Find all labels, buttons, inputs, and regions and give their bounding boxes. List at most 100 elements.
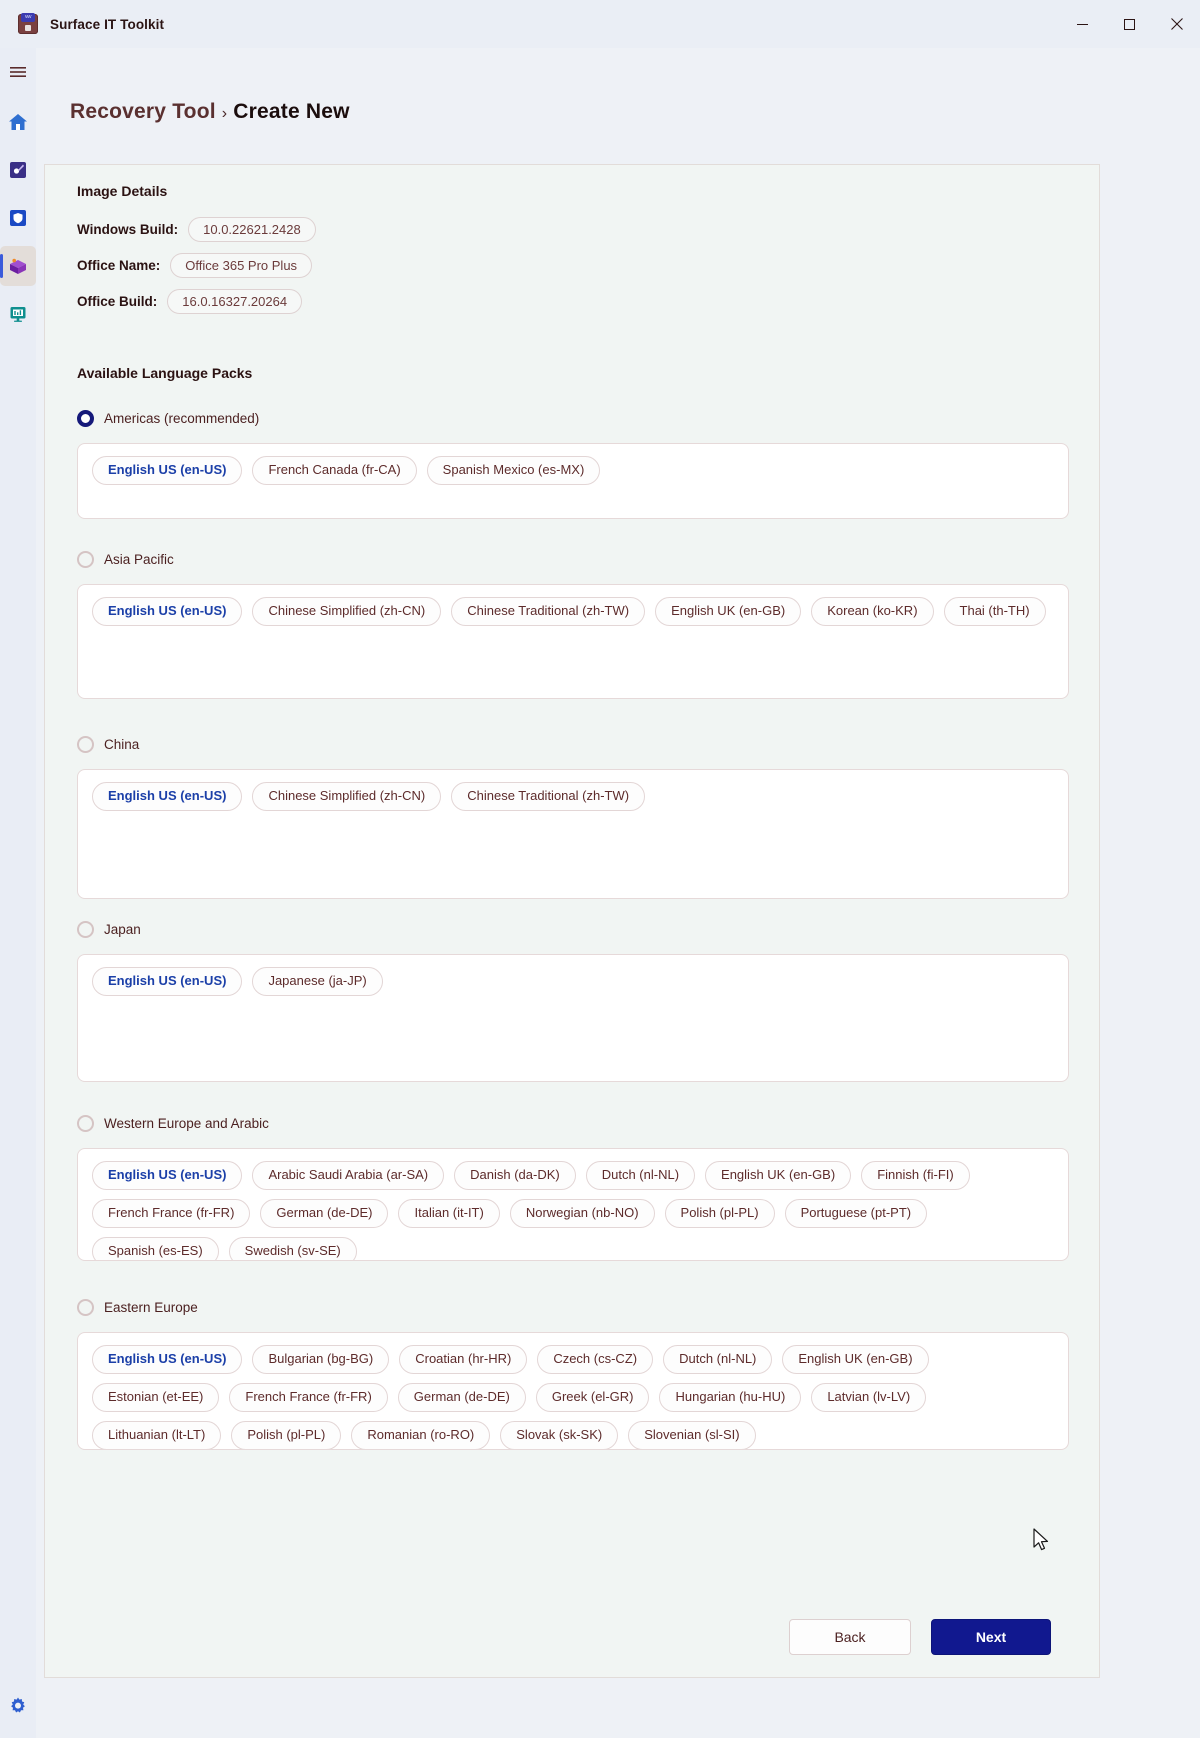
mouse-cursor xyxy=(1033,1528,1051,1554)
language-chip-german-de-de[interactable]: German (de-DE) xyxy=(260,1199,388,1228)
language-chip-english-us-en-us[interactable]: English US (en-US) xyxy=(92,597,242,626)
language-group-header[interactable]: Japan xyxy=(77,918,1069,940)
language-chip-greek-el-gr[interactable]: Greek (el-GR) xyxy=(536,1383,650,1412)
next-button[interactable]: Next xyxy=(931,1619,1051,1655)
language-chip-hungarian-hu-hu[interactable]: Hungarian (hu-HU) xyxy=(659,1383,801,1412)
language-chip-finnish-fi-fi[interactable]: Finnish (fi-FI) xyxy=(861,1161,970,1190)
language-chip-danish-da-dk[interactable]: Danish (da-DK) xyxy=(454,1161,576,1190)
language-chip-english-us-en-us[interactable]: English US (en-US) xyxy=(92,1345,242,1374)
language-group-label: Americas (recommended) xyxy=(104,411,259,426)
language-chip-japanese-ja-jp[interactable]: Japanese (ja-JP) xyxy=(252,967,382,996)
radio-eastern-europe[interactable] xyxy=(77,1299,94,1316)
hamburger-menu-icon xyxy=(8,62,28,82)
office-name-label: Office Name: xyxy=(77,258,160,273)
sidebar-item-data-eraser[interactable] xyxy=(0,150,36,190)
language-chip-list: English US (en-US) Bulgarian (bg-BG) Croat… xyxy=(92,1345,1054,1450)
language-chip-container: English US (en-US) Bulgarian (bg-BG) Croat… xyxy=(77,1332,1069,1450)
language-chip-chinese-traditional-zh-tw[interactable]: Chinese Traditional (zh-TW) xyxy=(451,597,645,626)
language-group-header[interactable]: Asia Pacific xyxy=(77,548,1069,570)
back-button[interactable]: Back xyxy=(789,1619,911,1655)
language-chip-german-de-de[interactable]: German (de-DE) xyxy=(398,1383,526,1412)
language-chip-czech-cs-cz[interactable]: Czech (cs-CZ) xyxy=(537,1345,653,1374)
language-chip-norwegian-nb-no[interactable]: Norwegian (nb-NO) xyxy=(510,1199,655,1228)
language-chip-french-canada-fr-ca[interactable]: French Canada (fr-CA) xyxy=(252,456,416,485)
language-chip-estonian-et-ee[interactable]: Estonian (et-EE) xyxy=(92,1383,219,1412)
radio-asia-pacific[interactable] xyxy=(77,551,94,568)
radio-americas-recommended[interactable] xyxy=(77,410,94,427)
language-chip-english-us-en-us[interactable]: English US (en-US) xyxy=(92,456,242,485)
language-group-header[interactable]: Americas (recommended) xyxy=(77,407,1069,429)
breadcrumb-recovery-tool[interactable]: Recovery Tool xyxy=(70,100,216,123)
language-chip-chinese-traditional-zh-tw[interactable]: Chinese Traditional (zh-TW) xyxy=(451,782,645,811)
language-chip-chinese-simplified-zh-cn[interactable]: Chinese Simplified (zh-CN) xyxy=(252,782,441,811)
settings-button[interactable] xyxy=(0,1686,36,1726)
breadcrumb-separator-icon: › xyxy=(222,105,228,122)
radio-japan[interactable] xyxy=(77,921,94,938)
language-chip-list: English US (en-US) French Canada (fr-CA) S… xyxy=(92,456,1054,485)
language-chip-bulgarian-bg-bg[interactable]: Bulgarian (bg-BG) xyxy=(252,1345,389,1374)
language-chip-french-france-fr-fr[interactable]: French France (fr-FR) xyxy=(229,1383,387,1412)
language-chip-container: English US (en-US) Chinese Simplified (zh… xyxy=(77,584,1069,699)
navigation-rail xyxy=(0,48,36,1738)
breadcrumb: Recovery Tool › Create New xyxy=(70,100,350,124)
language-group-japan: Japan English US (en-US) Japanese (ja-JP) xyxy=(77,918,1069,1082)
language-chip-chinese-simplified-zh-cn[interactable]: Chinese Simplified (zh-CN) xyxy=(252,597,441,626)
language-chip-arabic-saudi-arabia-ar-sa[interactable]: Arabic Saudi Arabia (ar-SA) xyxy=(252,1161,444,1190)
detail-row-office-build: Office Build: 16.0.16327.20264 xyxy=(77,289,302,314)
hamburger-menu-button[interactable] xyxy=(0,52,36,92)
language-chip-french-france-fr-fr[interactable]: French France (fr-FR) xyxy=(92,1199,250,1228)
sidebar-item-recovery-tool[interactable] xyxy=(0,246,36,286)
language-chip-slovak-sk-sk[interactable]: Slovak (sk-SK) xyxy=(500,1421,618,1450)
breadcrumb-create-new: Create New xyxy=(233,100,349,123)
language-chip-list: English US (en-US) Arabic Saudi Arabia (a… xyxy=(92,1161,1054,1261)
sidebar-item-home[interactable] xyxy=(0,102,36,142)
language-chip-dutch-nl-nl[interactable]: Dutch (nl-NL) xyxy=(586,1161,695,1190)
language-group-label: Asia Pacific xyxy=(104,552,174,567)
title-bar: vvv Surface IT Toolkit xyxy=(0,0,1200,48)
image-details-title: Image Details xyxy=(77,183,167,199)
app-icon-lid: vvv xyxy=(21,13,35,22)
language-group-label: Eastern Europe xyxy=(104,1300,198,1315)
radio-western-europe-and-arabic[interactable] xyxy=(77,1115,94,1132)
language-chip-latvian-lv-lv[interactable]: Latvian (lv-LV) xyxy=(811,1383,926,1412)
close-icon[interactable] xyxy=(1153,0,1200,48)
radio-china[interactable] xyxy=(77,736,94,753)
language-chip-container: English US (en-US) French Canada (fr-CA) S… xyxy=(77,443,1069,519)
window-title: Surface IT Toolkit xyxy=(50,17,164,32)
sidebar-item-diagnostic-toolkit[interactable] xyxy=(0,294,36,334)
language-chip-swedish-sv-se[interactable]: Swedish (sv-SE) xyxy=(229,1237,357,1261)
language-chip-spanish-es-es[interactable]: Spanish (es-ES) xyxy=(92,1237,219,1261)
language-chip-english-us-en-us[interactable]: English US (en-US) xyxy=(92,967,242,996)
language-chip-spanish-mexico-es-mx[interactable]: Spanish Mexico (es-MX) xyxy=(427,456,601,485)
office-build-value: 16.0.16327.20264 xyxy=(167,289,302,314)
maximize-icon[interactable] xyxy=(1106,0,1153,48)
language-chip-italian-it-it[interactable]: Italian (it-IT) xyxy=(398,1199,499,1228)
recovery-package-icon xyxy=(8,256,28,276)
language-chip-slovenian-sl-si[interactable]: Slovenian (sl-SI) xyxy=(628,1421,755,1450)
home-icon xyxy=(8,112,28,132)
language-chip-dutch-nl-nl[interactable]: Dutch (nl-NL) xyxy=(663,1345,772,1374)
language-chip-english-uk-en-gb[interactable]: English UK (en-GB) xyxy=(782,1345,928,1374)
language-chip-romanian-ro-ro[interactable]: Romanian (ro-RO) xyxy=(351,1421,490,1450)
language-chip-thai-th-th[interactable]: Thai (th-TH) xyxy=(944,597,1046,626)
language-chip-lithuanian-lt-lt[interactable]: Lithuanian (lt-LT) xyxy=(92,1421,221,1450)
language-chip-portuguese-pt-pt[interactable]: Portuguese (pt-PT) xyxy=(785,1199,928,1228)
window-controls xyxy=(1059,0,1200,48)
language-chip-english-uk-en-gb[interactable]: English UK (en-GB) xyxy=(705,1161,851,1190)
language-group-eastern-europe: Eastern Europe English US (en-US) Bulgaria… xyxy=(77,1296,1069,1450)
language-chip-croatian-hr-hr[interactable]: Croatian (hr-HR) xyxy=(399,1345,527,1374)
language-chip-english-us-en-us[interactable]: English US (en-US) xyxy=(92,1161,242,1190)
language-chip-container: English US (en-US) Japanese (ja-JP) xyxy=(77,954,1069,1082)
language-chip-english-us-en-us[interactable]: English US (en-US) xyxy=(92,782,242,811)
language-chip-container: English US (en-US) Arabic Saudi Arabia (a… xyxy=(77,1148,1069,1261)
language-group-header[interactable]: Western Europe and Arabic xyxy=(77,1112,1069,1134)
language-chip-korean-ko-kr[interactable]: Korean (ko-KR) xyxy=(811,597,933,626)
language-chip-english-uk-en-gb[interactable]: English UK (en-GB) xyxy=(655,597,801,626)
language-group-header[interactable]: China xyxy=(77,733,1069,755)
language-chip-list: English US (en-US) Chinese Simplified (zh… xyxy=(92,782,1054,811)
sidebar-item-uefi-configurator[interactable] xyxy=(0,198,36,238)
language-group-header[interactable]: Eastern Europe xyxy=(77,1296,1069,1318)
language-chip-polish-pl-pl[interactable]: Polish (pl-PL) xyxy=(231,1421,341,1450)
language-chip-polish-pl-pl[interactable]: Polish (pl-PL) xyxy=(665,1199,775,1228)
minimize-icon[interactable] xyxy=(1059,0,1106,48)
